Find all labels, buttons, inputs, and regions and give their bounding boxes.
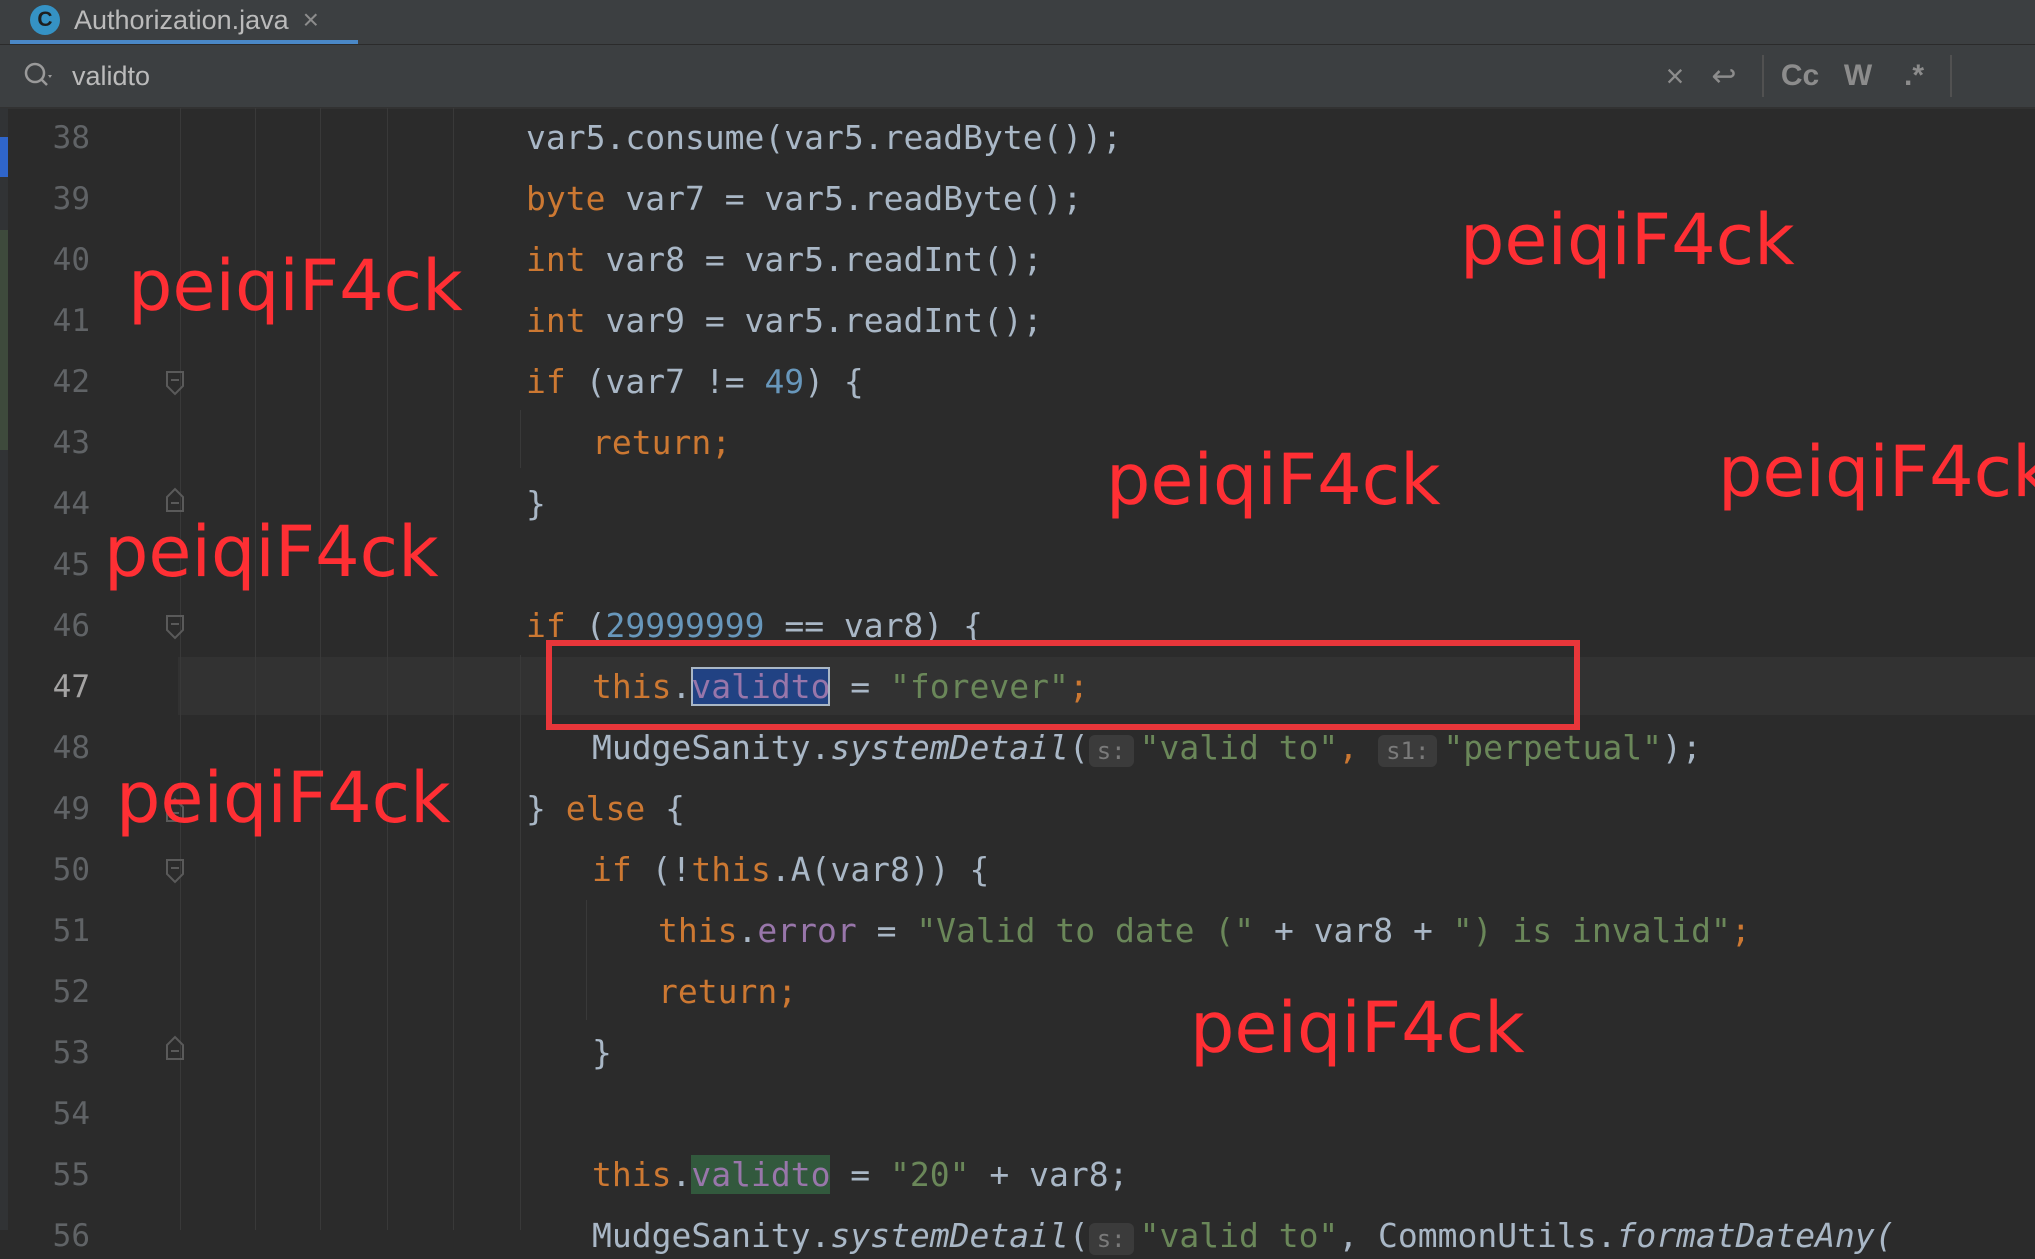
param-hint: s: <box>1088 735 1134 767</box>
line-number: 54 <box>52 1096 90 1132</box>
search-icon[interactable] <box>22 59 56 93</box>
code-line-50: if (!this.A(var8)) { <box>592 850 990 889</box>
regex-button[interactable]: .* <box>1892 55 1936 97</box>
code-line-42: if (var7 != 49) { <box>526 362 864 401</box>
line-number: 48 <box>52 730 90 766</box>
code-line-56: MudgeSanity.systemDetail(s: "valid to", C… <box>592 1216 1895 1255</box>
code-line-53: } <box>592 1033 612 1072</box>
fold-icon[interactable] <box>165 614 185 640</box>
line-number: 56 <box>52 1218 90 1254</box>
code-line-43: return; <box>592 423 732 462</box>
editor-tab-bar: C Authorization.java × <box>0 0 2035 45</box>
search-match[interactable]: validto <box>691 1155 831 1194</box>
indent-guide <box>520 410 521 468</box>
code-line-38: var5.consume(var5.readByte()); <box>526 118 1123 157</box>
watermark-text: peiqiF4ck <box>1190 987 1525 1069</box>
words-button[interactable]: W <box>1838 55 1878 97</box>
tab-authorization-java[interactable]: C Authorization.java × <box>10 0 358 44</box>
watermark-text: peiqiF4ck <box>104 511 439 593</box>
line-number: 41 <box>52 303 90 339</box>
line-number: 45 <box>52 547 90 583</box>
watermark-text: peiqiF4ck <box>1718 431 2035 513</box>
annotation-box <box>546 640 1580 730</box>
indent-guide <box>586 900 587 1020</box>
line-number: 50 <box>52 852 90 888</box>
line-number: 53 <box>52 1035 90 1071</box>
line-number: 47 <box>52 669 90 705</box>
indent-guide <box>520 655 521 1230</box>
strip-marker <box>0 137 8 177</box>
fold-icon[interactable] <box>165 858 185 884</box>
clear-search-button[interactable]: × <box>1658 55 1692 97</box>
line-number: 40 <box>52 242 90 278</box>
tab-title: Authorization.java <box>74 4 289 35</box>
code-line-40: int var8 = var5.readInt(); <box>526 240 1043 279</box>
search-input[interactable] <box>72 57 1632 95</box>
match-case-button[interactable]: Cc <box>1776 55 1824 97</box>
java-class-icon: C <box>30 5 60 35</box>
strip-marker <box>0 230 8 450</box>
watermark-text: peiqiF4ck <box>128 245 463 327</box>
line-number: 38 <box>52 120 90 156</box>
line-number: 43 <box>52 425 90 461</box>
code-line-52: return; <box>658 972 798 1011</box>
line-number: 52 <box>52 974 90 1010</box>
fold-icon[interactable] <box>165 487 185 513</box>
line-number: 44 <box>52 486 90 522</box>
param-hint: s1: <box>1378 735 1438 767</box>
fold-icon[interactable] <box>165 1035 185 1061</box>
line-number: 51 <box>52 913 90 949</box>
left-tool-strip <box>0 108 8 1230</box>
line-number: 46 <box>52 608 90 644</box>
code-line-44: } <box>526 484 546 523</box>
code-line-41: int var9 = var5.readInt(); <box>526 301 1043 340</box>
code-line-51: this.error = "Valid to date (" + var8 + … <box>658 911 1751 950</box>
find-bar: × ↩ Cc W .* <box>0 45 2035 109</box>
line-number: 42 <box>52 364 90 400</box>
code-line-49: } else { <box>526 789 685 828</box>
watermark-text: peiqiF4ck <box>1460 199 1795 281</box>
line-number: 49 <box>52 791 90 827</box>
separator <box>1762 55 1764 97</box>
line-number: 55 <box>52 1157 90 1193</box>
watermark-text: peiqiF4ck <box>116 757 451 839</box>
param-hint: s: <box>1088 1223 1134 1255</box>
code-line-48: MudgeSanity.systemDetail(s: "valid to", s… <box>592 728 1702 767</box>
code-line-39: byte var7 = var5.readByte(); <box>526 179 1083 218</box>
fold-icon[interactable] <box>165 370 185 396</box>
close-icon[interactable]: × <box>303 4 319 36</box>
line-number: 39 <box>52 181 90 217</box>
watermark-text: peiqiF4ck <box>1106 439 1441 521</box>
wrap-icon[interactable]: ↩ <box>1706 55 1742 97</box>
separator <box>1950 55 1952 97</box>
code-line-55: this.validto = "20" + var8; <box>592 1155 1129 1194</box>
